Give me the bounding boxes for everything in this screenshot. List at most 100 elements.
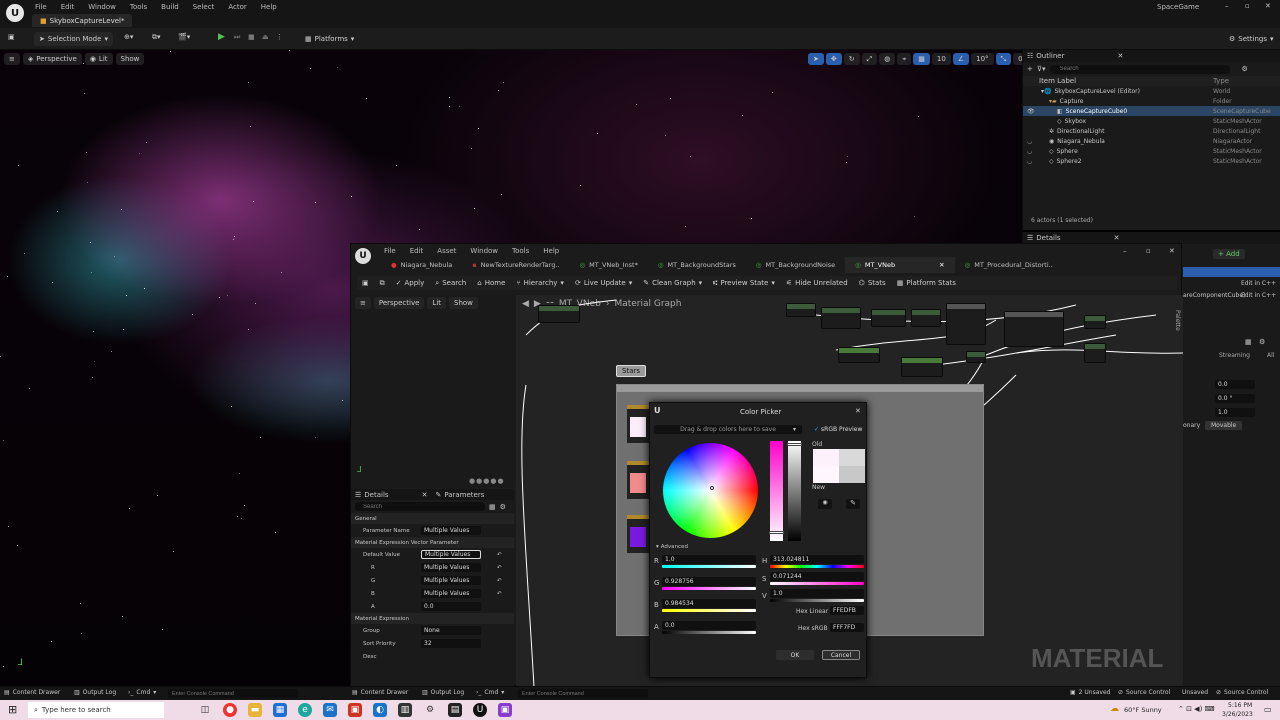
comment-title[interactable]: Stars — [616, 365, 647, 377]
r-field[interactable]: 1.0 — [662, 555, 756, 564]
grid-snap-icon[interactable]: ▦ — [913, 53, 930, 65]
eye-icon[interactable]: ◡ — [1027, 148, 1032, 155]
cmd-button-material[interactable]: ›_ Cmd ▾ — [476, 689, 504, 696]
unreal-taskbar-icon[interactable]: U — [473, 703, 487, 717]
rotate-tool-icon[interactable]: ↻ — [843, 53, 860, 65]
mail-icon[interactable]: ✉ — [323, 703, 337, 717]
cylinder-icon[interactable]: ● — [469, 477, 475, 485]
select-tool-icon[interactable]: ➤ — [808, 53, 824, 65]
rotation-snap-value[interactable]: 10° — [971, 53, 994, 65]
unreal-logo-icon[interactable]: U — [6, 4, 24, 22]
add-component-button[interactable]: + Add — [1213, 249, 1245, 259]
hide-unrelated-button[interactable]: ⚟ Hide Unrelated — [781, 276, 853, 290]
close-icon[interactable]: ✕ — [1117, 52, 1123, 60]
value-slider[interactable] — [787, 441, 802, 541]
taskbar-search[interactable]: ⌕ Type here to search — [28, 702, 164, 718]
color-wheel-mode-icon[interactable]: ◉ — [818, 499, 832, 509]
clock-time[interactable]: 5:16 PM — [1228, 702, 1252, 709]
output-log-button[interactable]: ▥ Output Log — [74, 689, 116, 696]
advanced-toggle[interactable]: ▾ Advanced — [656, 544, 688, 550]
list-item[interactable]: ◡ ◉ Niagara_Nebula NiagaraActor — [1023, 136, 1280, 146]
list-item[interactable]: 👁 ◧ SceneCaptureCube0 SceneCaptureCube — [1023, 106, 1280, 116]
menu-edit[interactable]: Edit — [54, 3, 82, 11]
color-wheel-cursor[interactable] — [710, 486, 714, 490]
b-field[interactable]: Multiple Values — [421, 589, 481, 598]
section-vector-parameter[interactable]: Material Expression Vector Parameter — [351, 537, 514, 548]
settings-button[interactable]: ⚙ Settings ▾ — [1224, 32, 1279, 46]
edit-cpp-link-2[interactable]: Edit in C++ — [1241, 292, 1276, 299]
close-icon[interactable]: ✕ — [1265, 2, 1271, 10]
column-type[interactable]: Type — [1213, 77, 1229, 85]
add-actor-icon[interactable]: ⊕▾ — [124, 33, 133, 41]
plane-icon[interactable]: ● — [483, 477, 489, 485]
output-log-button-material[interactable]: ▥ Output Log — [422, 689, 464, 696]
list-item[interactable]: ◡ ◇ Sphere2 StaticMeshActor — [1023, 156, 1280, 166]
scale-tool-icon[interactable]: ⤢ — [861, 53, 878, 65]
graph-node[interactable] — [871, 309, 906, 327]
minimize-icon[interactable]: – — [1225, 2, 1229, 10]
vector-param-node[interactable] — [627, 515, 649, 553]
store-icon[interactable]: ▦ — [273, 703, 287, 717]
a-field[interactable]: 0.0 — [662, 621, 756, 630]
eye-icon[interactable]: 👁 — [1027, 108, 1035, 115]
color-themes-bar[interactable]: Drag & drop colors here to save — [654, 425, 802, 434]
source-control-button-material[interactable]: ⊘ Source Control — [1216, 689, 1268, 696]
graph-node[interactable] — [966, 351, 986, 363]
windows-start-icon[interactable]: ⊞ — [8, 703, 17, 716]
tab-all[interactable]: All — [1267, 352, 1274, 359]
g-field[interactable]: Multiple Values — [421, 576, 481, 585]
close-icon[interactable]: ✕ — [1114, 234, 1120, 242]
sphere-icon[interactable]: ● — [476, 477, 482, 485]
tab-render-target[interactable]: ▪ NewTextureRenderTarg.. — [462, 257, 569, 273]
tab-details[interactable]: ☰ Details ✕ — [355, 491, 427, 499]
eyedropper-icon[interactable]: ✎ — [846, 499, 860, 509]
weather-text[interactable]: 60°F Sunny — [1124, 706, 1162, 714]
cancel-button[interactable]: Cancel — [822, 650, 860, 660]
graph-node[interactable] — [946, 303, 986, 345]
chevron-down-icon[interactable]: ▾ — [793, 426, 796, 433]
close-icon[interactable]: ✕ — [939, 261, 944, 269]
source-control-button[interactable]: ⊘ Source Control — [1118, 689, 1170, 696]
menu-tools[interactable]: Tools — [505, 247, 536, 255]
graph-node[interactable] — [838, 347, 880, 363]
platform-stats-button[interactable]: ▦ Platform Stats — [892, 276, 961, 290]
grid-snap-value[interactable]: 10 — [931, 53, 951, 65]
tab-mt-vneb[interactable]: ◎ MT_VNeb ✕ — [845, 257, 955, 273]
details-search-input[interactable] — [355, 502, 485, 511]
grid-view-icon[interactable]: ▦ — [1245, 338, 1252, 346]
lit-button[interactable]: ◉ Lit — [84, 53, 113, 65]
browse-icon[interactable]: ⧉ — [375, 276, 390, 290]
cube-icon[interactable]: ● — [490, 477, 496, 485]
app-icon[interactable]: ◐ — [373, 703, 387, 717]
maximize-icon[interactable]: ▫ — [1146, 247, 1151, 255]
graph-node[interactable] — [1084, 343, 1106, 363]
graph-node[interactable] — [911, 309, 941, 327]
perspective-button[interactable]: Perspective — [373, 297, 425, 309]
stop-icon[interactable]: ■ — [248, 33, 255, 41]
edit-cpp-link[interactable]: Edit in C++ — [1241, 280, 1276, 287]
add-filter-icon[interactable]: + — [1027, 65, 1033, 73]
default-value-field[interactable]: Multiple Values — [421, 550, 481, 559]
show-button[interactable]: Show — [115, 53, 145, 65]
graph-node[interactable] — [821, 307, 861, 329]
graph-node[interactable] — [901, 357, 943, 377]
tab-background-stars[interactable]: ◎ MT_BackgroundStars — [648, 257, 746, 273]
mobility-stationary[interactable]: onary — [1183, 422, 1200, 429]
menu-edit[interactable]: Edit — [403, 247, 431, 255]
twitch-icon[interactable]: ▣ — [498, 703, 512, 717]
transform-x-field[interactable]: 0.0 — [1215, 380, 1255, 389]
reset-icon[interactable]: ↶ — [497, 578, 502, 584]
v-field[interactable]: 1.0 — [770, 589, 864, 598]
s-field[interactable]: 0.071244 — [770, 572, 864, 581]
maximize-icon[interactable]: ▫ — [1245, 2, 1250, 10]
h-field[interactable]: 313.024811 — [770, 555, 864, 564]
hex-srgb-field[interactable]: FFF7FD — [830, 623, 864, 632]
hierarchy-button[interactable]: ⑂ Hierarchy ▾ — [511, 276, 569, 290]
r-field[interactable]: Multiple Values — [421, 563, 481, 572]
settings-icon[interactable]: ⚙ — [1242, 65, 1248, 73]
srgb-preview-checkbox[interactable]: ✓ sRGB Preview — [814, 426, 862, 433]
cmd-button[interactable]: ›_ Cmd ▾ — [128, 689, 156, 696]
list-item[interactable]: ▾🌐 SkyboxCaptureLevel (Editor) World — [1023, 86, 1280, 96]
task-view-icon[interactable]: ◫ — [198, 703, 212, 717]
viewport-menu-icon[interactable]: ≡ — [355, 297, 371, 309]
